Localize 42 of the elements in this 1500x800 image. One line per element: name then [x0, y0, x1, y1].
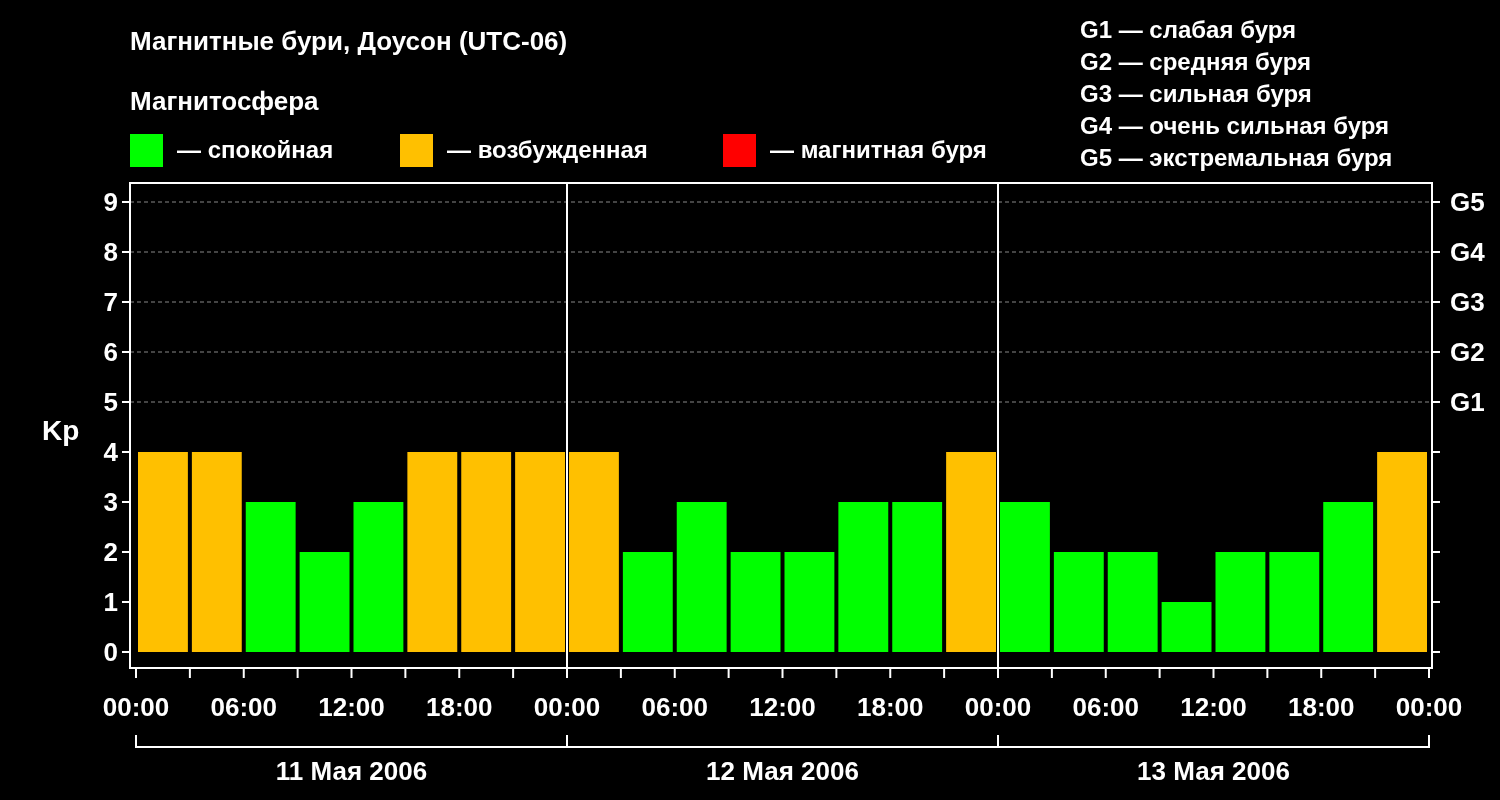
y-tick-label: 1: [103, 587, 118, 617]
storm-scale-label: G4 — очень сильная буря: [1080, 112, 1390, 139]
storm-scale-label: G3 — сильная буря: [1080, 80, 1312, 107]
storm-scale-label: G5 — экстремальная буря: [1080, 144, 1393, 171]
x-tick-label: 00:00: [964, 692, 1032, 722]
x-tick-label: 12:00: [1180, 692, 1247, 722]
x-tick-label: 18:00: [426, 692, 493, 722]
storm-level-label: G2: [1450, 337, 1485, 367]
legend-label: — магнитная буря: [770, 136, 987, 163]
x-tick-label: 06:00: [210, 692, 277, 722]
date-label: 12 Мая 2006: [706, 756, 859, 786]
y-tick-label: 2: [103, 537, 118, 567]
x-tick-label: 06:00: [1072, 692, 1139, 722]
x-tick-label: 12:00: [318, 692, 385, 722]
legend-label: — спокойная: [177, 136, 334, 163]
x-tick-label: 06:00: [641, 692, 708, 722]
storm-level-label: G3: [1450, 287, 1485, 317]
storm-level-label: G1: [1450, 387, 1485, 417]
date-label: 13 Мая 2006: [1137, 756, 1290, 786]
x-tick-label: 18:00: [1288, 692, 1355, 722]
storm-scale-label: G2 — средняя буря: [1080, 48, 1311, 75]
x-tick-label: 18:00: [857, 692, 924, 722]
y-tick-label: 9: [103, 187, 118, 217]
storm-scale-label: G1 — слабая буря: [1080, 16, 1297, 43]
storm-level-label: G5: [1450, 187, 1485, 217]
x-tick-label: 00:00: [102, 692, 170, 722]
y-tick-label: 7: [103, 287, 118, 317]
y-tick-label: 6: [103, 337, 118, 367]
y-tick-label: 8: [103, 237, 118, 267]
y-axis-label: Kp: [42, 415, 80, 446]
date-label: 11 Мая 2006: [275, 756, 428, 786]
y-tick-label: 5: [103, 387, 118, 417]
x-tick-label: 12:00: [749, 692, 816, 722]
legend-title: Магнитосфера: [130, 86, 319, 116]
y-tick-label: 4: [103, 437, 118, 467]
legend-label: — возбужденная: [447, 136, 648, 163]
x-tick-label: 00:00: [1395, 692, 1463, 722]
x-tick-label: 00:00: [533, 692, 601, 722]
storm-level-label: G4: [1450, 237, 1485, 267]
chart-title: Магнитные бури, Доусон (UTC-06): [130, 26, 568, 56]
y-tick-label: 3: [103, 487, 118, 517]
y-tick-label: 0: [103, 637, 118, 667]
